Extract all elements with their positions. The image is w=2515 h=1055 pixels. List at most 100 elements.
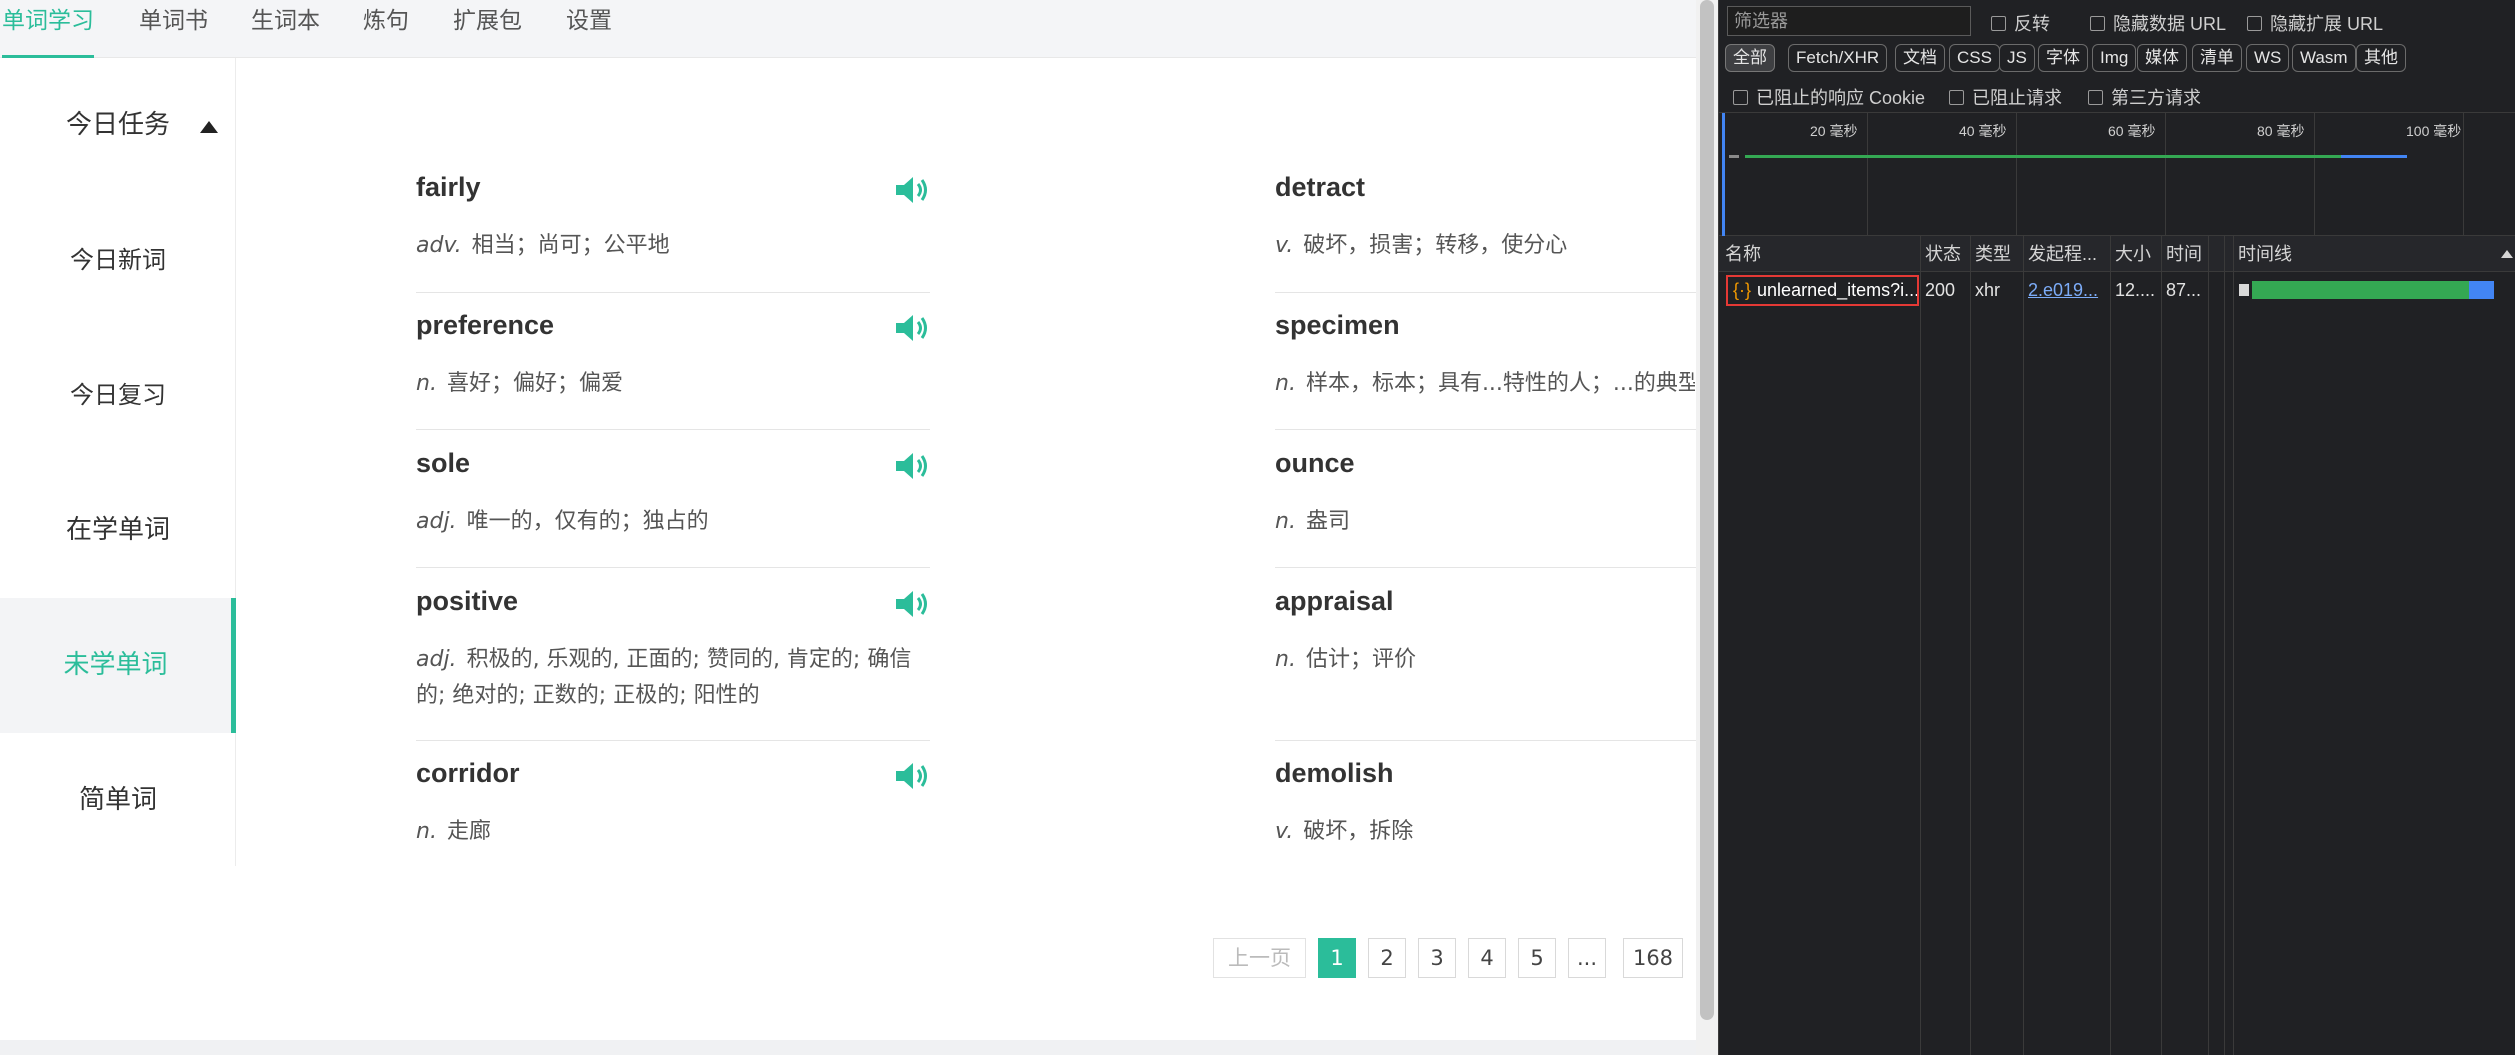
checkbox-box[interactable] bbox=[2088, 89, 2103, 105]
column-separator[interactable] bbox=[2208, 236, 2209, 1055]
column-name[interactable]: 名称 bbox=[1721, 236, 1919, 272]
type-filter-font[interactable]: 字体 bbox=[2038, 44, 2088, 72]
page-scrollbar[interactable] bbox=[1696, 0, 1718, 1055]
type-filter-doc[interactable]: 文档 bbox=[1895, 44, 1945, 72]
column-separator[interactable] bbox=[2161, 236, 2162, 1055]
column-size[interactable]: 大小 bbox=[2111, 236, 2161, 272]
tab-word-book[interactable]: 单词书 bbox=[139, 0, 208, 58]
word-definition: n. 喜好；偏好；偏爱 bbox=[416, 366, 930, 402]
tab-settings[interactable]: 设置 bbox=[566, 0, 612, 58]
speaker-icon[interactable] bbox=[894, 174, 930, 206]
type-filter-fetch-xhr[interactable]: Fetch/XHR bbox=[1788, 44, 1888, 72]
page-ellipsis-button[interactable]: ... bbox=[1568, 938, 1606, 978]
sidebar-item-simple-words[interactable]: 简单词 bbox=[0, 733, 236, 868]
checkbox-box[interactable] bbox=[2090, 15, 2105, 31]
blocked-cookies-checkbox[interactable]: 已阻止的响应 Cookie bbox=[1733, 84, 1925, 110]
timeline-gridline bbox=[1867, 113, 1868, 237]
type-filter-ws[interactable]: WS bbox=[2246, 44, 2290, 72]
checkbox-label: 隐藏扩展 URL bbox=[2270, 14, 2384, 34]
timeline-label: 100 毫秒 bbox=[2406, 123, 2462, 139]
column-type[interactable]: 类型 bbox=[1971, 236, 2023, 272]
column-separator[interactable] bbox=[2023, 236, 2024, 1055]
last-page-button[interactable]: 168 bbox=[1623, 938, 1683, 978]
sidebar-item-today-review[interactable]: 今日复习 bbox=[0, 328, 236, 463]
page-button[interactable]: 2 bbox=[1368, 938, 1406, 978]
type-filter-media[interactable]: 媒体 bbox=[2137, 44, 2187, 72]
checkbox-label: 反转 bbox=[2014, 14, 2050, 34]
filter-input[interactable]: 筛选器 bbox=[1727, 6, 1971, 36]
scrollbar-thumb[interactable] bbox=[1700, 0, 1714, 1020]
page-button[interactable]: 5 bbox=[1518, 938, 1556, 978]
type-filter-js[interactable]: JS bbox=[1999, 44, 2035, 72]
collapse-caret-icon[interactable] bbox=[200, 121, 218, 133]
word-text: fairly bbox=[416, 172, 481, 202]
page-button[interactable]: 3 bbox=[1418, 938, 1456, 978]
checkbox-label: 已阻止的响应 Cookie bbox=[1756, 88, 1926, 108]
column-separator[interactable] bbox=[1970, 236, 1971, 1055]
column-separator[interactable] bbox=[2233, 236, 2234, 1055]
type-filter-manifest[interactable]: 清单 bbox=[2192, 44, 2242, 72]
sort-ascending-icon[interactable] bbox=[2501, 250, 2513, 258]
timeline-gridline bbox=[2165, 113, 2166, 237]
word-text: positive bbox=[416, 586, 519, 616]
part-of-speech: n. bbox=[1275, 509, 1296, 534]
sidebar-item-learning-words[interactable]: 在学单词 bbox=[0, 463, 236, 598]
column-separator[interactable] bbox=[2224, 236, 2225, 1055]
meaning-text: 破坏，损害；转移，使分心 bbox=[1303, 233, 1568, 258]
request-table-header: 名称 状态 类型 发起程... 大小 时间 时间线 bbox=[1719, 236, 2515, 272]
column-truncated[interactable] bbox=[2209, 236, 2223, 272]
part-of-speech: adv. bbox=[416, 233, 462, 258]
request-name-cell[interactable]: {·} unlearned_items?i... bbox=[1726, 275, 1919, 306]
timeline-label: 20 毫秒 bbox=[1810, 123, 1858, 139]
word-text: sole bbox=[416, 448, 471, 478]
type-filter-css[interactable]: CSS bbox=[1949, 44, 2000, 72]
meaning-text: 喜好；偏好；偏爱 bbox=[446, 371, 623, 396]
type-filter-all[interactable]: 全部 bbox=[1725, 44, 1775, 72]
column-separator[interactable] bbox=[1920, 236, 1921, 1055]
column-separator[interactable] bbox=[2110, 236, 2111, 1055]
column-time[interactable]: 时间 bbox=[2162, 236, 2208, 272]
meaning-text: 样本，标本；具有...特性的人；...的典型 bbox=[1305, 371, 1695, 396]
part-of-speech: n. bbox=[1275, 371, 1296, 396]
checkbox-box[interactable] bbox=[1733, 89, 1748, 105]
checkbox-box[interactable] bbox=[1991, 15, 2006, 31]
speaker-icon[interactable] bbox=[894, 450, 930, 482]
page-button[interactable]: 4 bbox=[1468, 938, 1506, 978]
hide-data-url-checkbox[interactable]: 隐藏数据 URL bbox=[2090, 10, 2226, 36]
checkbox-label: 已阻止请求 bbox=[1972, 88, 2062, 108]
word-text: ounce bbox=[1275, 448, 1355, 478]
column-status[interactable]: 状态 bbox=[1921, 236, 1969, 272]
tab-word-learning[interactable]: 单词学习 bbox=[2, 0, 94, 58]
blocked-requests-checkbox[interactable]: 已阻止请求 bbox=[1949, 84, 2062, 110]
sidebar-item-today-new[interactable]: 今日新词 bbox=[0, 193, 236, 328]
meaning-text: 破坏，拆除 bbox=[1303, 819, 1414, 844]
request-row[interactable]: {·} unlearned_items?i... 200 xhr 2.e019..… bbox=[1719, 272, 2515, 308]
type-filter-wasm[interactable]: Wasm bbox=[2292, 44, 2356, 72]
speaker-icon[interactable] bbox=[894, 588, 930, 620]
tab-sentence-practice[interactable]: 炼句 bbox=[363, 0, 409, 58]
checkbox-label: 隐藏数据 URL bbox=[2113, 14, 2227, 34]
checkbox-box[interactable] bbox=[1949, 89, 1964, 105]
page-button[interactable]: 1 bbox=[1318, 938, 1356, 978]
speaker-icon[interactable] bbox=[894, 312, 930, 344]
sidebar-item-today-tasks[interactable]: 今日任务 bbox=[0, 58, 236, 193]
column-initiator[interactable]: 发起程... bbox=[2024, 236, 2110, 272]
tab-vocabulary-notebook[interactable]: 生词本 bbox=[251, 0, 320, 58]
request-initiator-link[interactable]: 2.e019... bbox=[2024, 272, 2110, 308]
speaker-icon[interactable] bbox=[894, 760, 930, 792]
type-filter-other[interactable]: 其他 bbox=[2356, 44, 2406, 72]
word-definition: n. 盎司 bbox=[1275, 504, 1695, 540]
timeline-bar-waiting bbox=[1745, 155, 2341, 158]
third-party-checkbox[interactable]: 第三方请求 bbox=[2088, 84, 2201, 110]
checkbox-box[interactable] bbox=[2247, 15, 2262, 31]
overview-timeline[interactable]: 20 毫秒 40 毫秒 60 毫秒 80 毫秒 100 毫秒 bbox=[1719, 112, 2515, 237]
type-filter-img[interactable]: Img bbox=[2092, 44, 2137, 72]
tab-extension-pack[interactable]: 扩展包 bbox=[453, 0, 522, 58]
column-waterfall[interactable]: 时间线 bbox=[2234, 236, 2494, 272]
part-of-speech: adj. bbox=[416, 509, 457, 534]
sidebar-item-unlearned-words[interactable]: 未学单词 bbox=[0, 598, 236, 733]
hide-extension-url-checkbox[interactable]: 隐藏扩展 URL bbox=[2247, 10, 2383, 36]
waterfall-queue-bar bbox=[2239, 284, 2249, 296]
prev-page-button[interactable]: 上一页 bbox=[1213, 938, 1306, 978]
invert-checkbox[interactable]: 反转 bbox=[1991, 10, 2050, 36]
